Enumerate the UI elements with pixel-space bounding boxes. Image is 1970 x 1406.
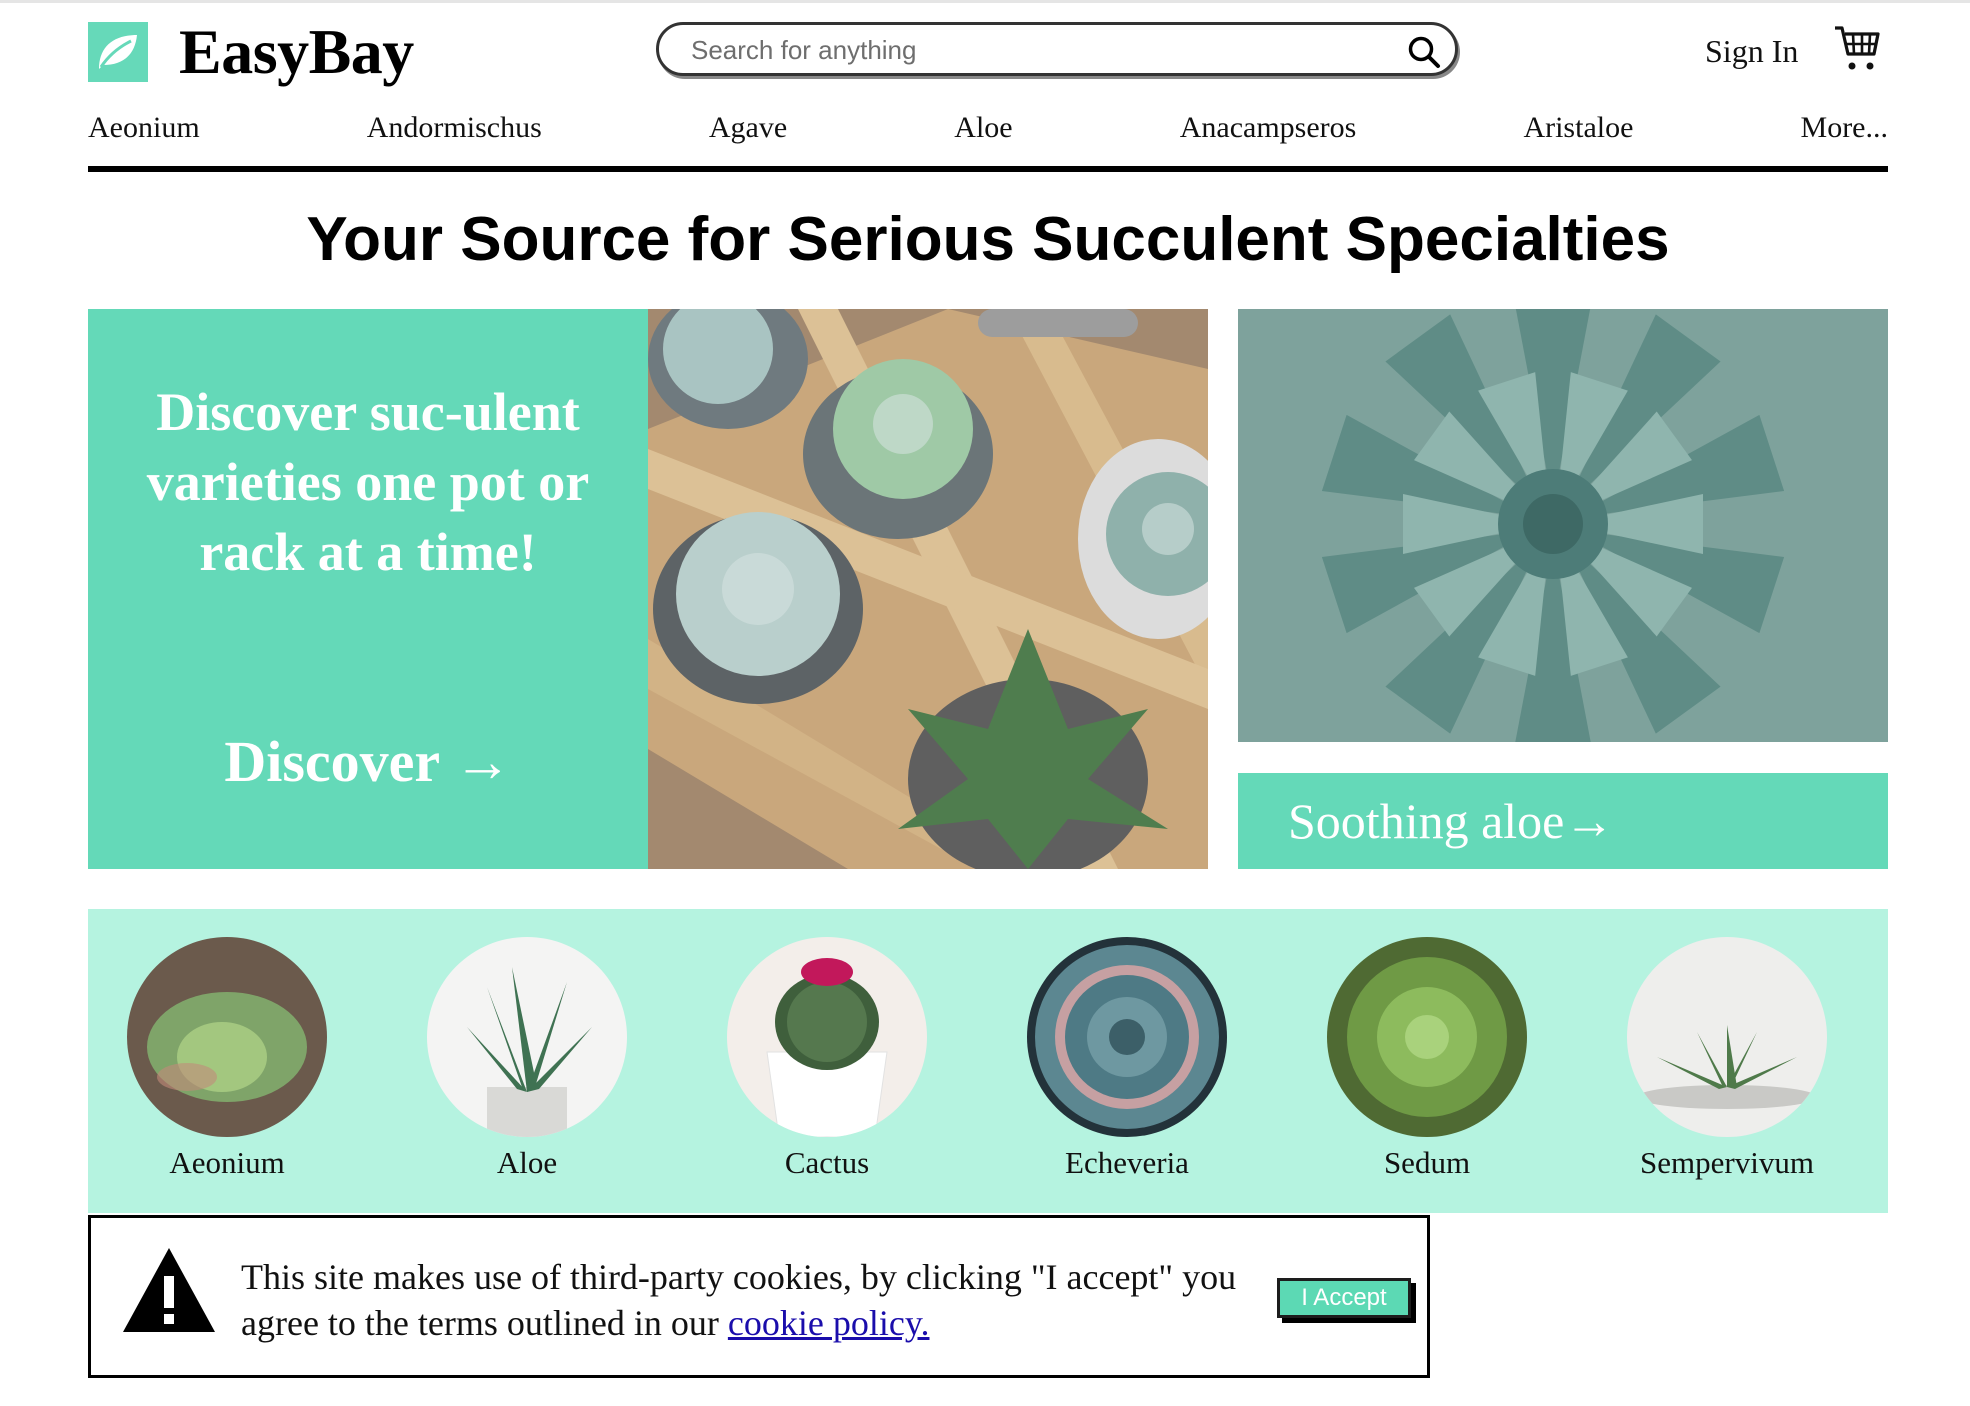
soothing-aloe-link[interactable]: Soothing aloe→	[1238, 773, 1888, 869]
promo-title: Discover suc-ulent varieties one pot or …	[146, 382, 590, 582]
warning-icon	[123, 1248, 215, 1332]
sedum-image	[1327, 937, 1527, 1137]
category-cactus[interactable]: Cactus	[712, 937, 942, 1183]
logo[interactable]	[88, 22, 148, 82]
nav-item-more[interactable]: More...	[1801, 108, 1888, 148]
category-nav: Aeonium Andormischus Agave Aloe Anacamps…	[88, 108, 1888, 148]
cactus-image	[727, 937, 927, 1137]
nav-item-aristaloe[interactable]: Aristaloe	[1523, 108, 1633, 148]
nav-item-anacampseros[interactable]: Anacampseros	[1180, 108, 1357, 148]
sign-in-link[interactable]: Sign In	[1705, 32, 1798, 70]
top-border	[0, 0, 1970, 3]
category-echeveria[interactable]: Echeveria	[1012, 937, 1242, 1183]
nav-item-andormischus[interactable]: Andormischus	[367, 108, 542, 148]
category-label: Sedum	[1383, 1145, 1471, 1180]
category-label: Cactus	[784, 1145, 870, 1180]
aloe-image	[427, 937, 627, 1137]
cart-icon[interactable]	[1833, 22, 1881, 74]
leaf-icon	[99, 35, 137, 69]
cookie-message: This site makes use of third-party cooki…	[241, 1254, 1241, 1346]
category-label: Aeonium	[169, 1145, 285, 1180]
nav-item-agave[interactable]: Agave	[709, 108, 787, 148]
succulent-crate-image	[648, 309, 1208, 869]
category-label: Sempervivum	[1640, 1145, 1814, 1180]
search-input[interactable]	[689, 31, 1393, 69]
sempervivum-image	[1627, 937, 1827, 1137]
category-label: Echeveria	[1065, 1145, 1189, 1180]
discover-promo[interactable]: Discover suc-ulent varieties one pot or …	[88, 309, 648, 869]
agave-image	[1238, 309, 1888, 742]
category-label: Aloe	[496, 1145, 558, 1180]
search-bar[interactable]	[656, 22, 1458, 76]
echeveria-image	[1027, 937, 1227, 1137]
category-sedum[interactable]: Sedum	[1312, 937, 1542, 1183]
cookie-banner: This site makes use of third-party cooki…	[88, 1215, 1430, 1378]
page-headline: Your Source for Serious Succulent Specia…	[306, 205, 1670, 274]
search-icon[interactable]	[1407, 35, 1441, 69]
nav-divider	[88, 166, 1888, 172]
aeonium-image	[127, 937, 327, 1137]
category-aeonium[interactable]: Aeonium	[112, 937, 342, 1183]
nav-item-aloe[interactable]: Aloe	[954, 108, 1012, 148]
category-sempervivum[interactable]: Sempervivum	[1612, 937, 1842, 1183]
accept-button[interactable]: I Accept	[1277, 1278, 1411, 1318]
brand-name[interactable]: EasyBay	[179, 14, 414, 90]
discover-link[interactable]: Discover →	[128, 727, 608, 797]
category-strip: Aeonium Aloe Cactus Echeveria Sedum Semp…	[88, 909, 1888, 1213]
nav-item-aeonium[interactable]: Aeonium	[88, 108, 200, 148]
cookie-policy-link[interactable]: cookie policy.	[728, 1303, 930, 1343]
category-aloe[interactable]: Aloe	[412, 937, 642, 1183]
